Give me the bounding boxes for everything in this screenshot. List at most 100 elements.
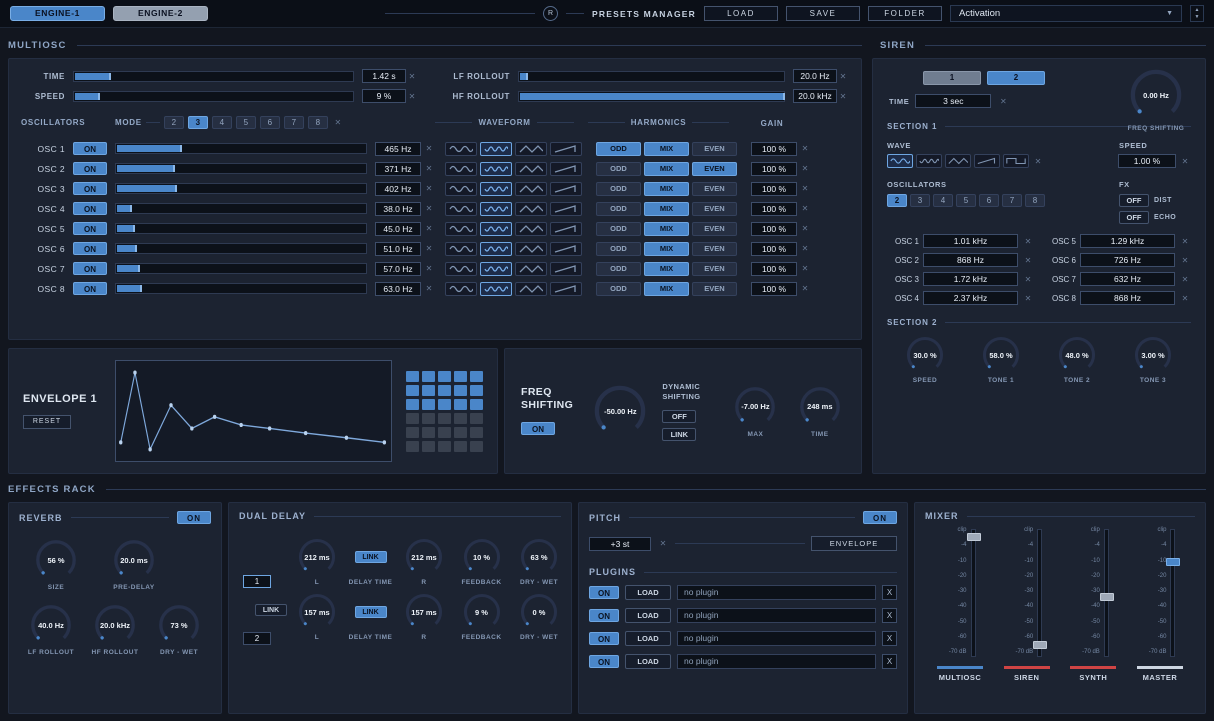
saw-wave-icon[interactable] — [550, 242, 582, 256]
triangle-wave-icon[interactable] — [515, 222, 547, 236]
envelope-graph[interactable] — [115, 360, 392, 462]
delay-dry-wet-knob[interactable]: 0 % — [519, 592, 559, 632]
close-icon[interactable]: ✕ — [1179, 157, 1191, 166]
saw-wave-icon[interactable] — [550, 282, 582, 296]
close-icon[interactable]: ✕ — [406, 72, 418, 81]
saw-wave-icon[interactable] — [550, 222, 582, 236]
harmonics-mix-button[interactable]: MIX — [644, 162, 689, 176]
env-grid-cell[interactable] — [438, 413, 451, 424]
reverb-knob[interactable]: 20.0 kHz — [93, 603, 137, 647]
close-icon[interactable]: ✕ — [1179, 237, 1191, 246]
saw-wave-icon[interactable] — [550, 262, 582, 276]
triangle-wave-icon[interactable] — [515, 202, 547, 216]
plugin-remove-button[interactable]: X — [882, 585, 897, 600]
close-icon[interactable]: ✕ — [799, 204, 811, 213]
osc-freq-value[interactable]: 51.0 Hz — [375, 242, 421, 256]
folder-button[interactable]: FOLDER — [868, 6, 942, 21]
sine-wave-icon[interactable] — [445, 282, 477, 296]
delay-time-left-knob[interactable]: 212 ms — [297, 537, 337, 577]
siren-osc-freq-value[interactable]: 726 Hz — [1080, 253, 1175, 267]
harmonics-even-button[interactable]: EVEN — [692, 182, 737, 196]
osc-on-button[interactable]: ON — [73, 162, 107, 175]
env-grid-cell[interactable] — [422, 441, 435, 452]
close-icon[interactable]: ✕ — [423, 164, 435, 173]
randomize-button[interactable]: R — [543, 6, 558, 21]
harmonics-mix-button[interactable]: MIX — [644, 262, 689, 276]
close-icon[interactable]: ✕ — [423, 284, 435, 293]
reverb-knob[interactable]: 40.0 Hz — [29, 603, 73, 647]
siren-osc-freq-value[interactable]: 868 Hz — [923, 253, 1018, 267]
close-icon[interactable]: ✕ — [1179, 294, 1191, 303]
delay-time-right-knob[interactable]: 212 ms — [404, 537, 444, 577]
reverb-knob[interactable]: 73 % — [157, 603, 201, 647]
harmonics-even-button[interactable]: EVEN — [692, 222, 737, 236]
plugin-name-field[interactable]: no plugin — [677, 631, 876, 646]
save-button[interactable]: SAVE — [786, 6, 860, 21]
triangle-wave-icon[interactable] — [515, 262, 547, 276]
siren-osc-count-button[interactable]: 2 — [887, 194, 907, 207]
close-icon[interactable]: ✕ — [997, 97, 1009, 106]
harmonics-mix-button[interactable]: MIX — [644, 182, 689, 196]
osc-freq-slider[interactable] — [115, 163, 367, 174]
lf-rollout-slider[interactable] — [518, 71, 785, 82]
sine-wave-icon[interactable] — [445, 262, 477, 276]
osc-gain-value[interactable]: 100 % — [751, 202, 797, 216]
siren-osc-freq-value[interactable]: 1.29 kHz — [1080, 234, 1175, 248]
plugin-remove-button[interactable]: X — [882, 631, 897, 646]
harmonics-odd-button[interactable]: ODD — [596, 222, 641, 236]
siren-osc-freq-value[interactable]: 868 Hz — [1080, 291, 1175, 305]
mixer-fader-handle[interactable] — [967, 533, 981, 541]
close-icon[interactable]: ✕ — [657, 539, 669, 548]
osc-freq-value[interactable]: 45.0 Hz — [375, 222, 421, 236]
time-value[interactable]: 1.42 s — [362, 69, 406, 83]
mode-count-button[interactable]: 5 — [236, 116, 256, 129]
engine-1-button[interactable]: ENGINE-1 — [10, 6, 105, 21]
saw-wave-icon[interactable] — [974, 154, 1000, 168]
mode-count-button[interactable]: 3 — [188, 116, 208, 129]
env-grid-cell[interactable] — [454, 413, 467, 424]
env-grid-cell[interactable] — [406, 441, 419, 452]
mixer-fader-handle[interactable] — [1033, 641, 1047, 649]
osc-gain-value[interactable]: 100 % — [751, 282, 797, 296]
env-grid-cell[interactable] — [406, 371, 419, 382]
siren-osc-freq-value[interactable]: 2.37 kHz — [923, 291, 1018, 305]
osc-freq-value[interactable]: 38.0 Hz — [375, 202, 421, 216]
sine2-wave-icon[interactable] — [480, 162, 512, 176]
dynamic-link-button[interactable]: LINK — [662, 428, 696, 441]
harmonics-mix-button[interactable]: MIX — [644, 142, 689, 156]
saw-wave-icon[interactable] — [550, 202, 582, 216]
plugin-name-field[interactable]: no plugin — [677, 654, 876, 669]
osc-gain-value[interactable]: 100 % — [751, 162, 797, 176]
saw-wave-icon[interactable] — [550, 182, 582, 196]
siren-section2-knob[interactable]: 3.00 % — [1133, 335, 1173, 375]
harmonics-odd-button[interactable]: ODD — [596, 162, 641, 176]
freq-shift-knob[interactable]: -50.00 Hz — [592, 383, 648, 439]
close-icon[interactable]: ✕ — [837, 92, 849, 101]
osc-freq-slider[interactable] — [115, 263, 367, 274]
osc-on-button[interactable]: ON — [73, 202, 107, 215]
siren-tab-1[interactable]: 1 — [923, 71, 981, 85]
siren-osc-freq-value[interactable]: 632 Hz — [1080, 272, 1175, 286]
osc-on-button[interactable]: ON — [73, 242, 107, 255]
mode-count-button[interactable]: 7 — [284, 116, 304, 129]
load-button[interactable]: LOAD — [704, 6, 778, 21]
delay-feedback-knob[interactable]: 9 % — [462, 592, 502, 632]
env-grid-cell[interactable] — [438, 385, 451, 396]
dist-off-button[interactable]: OFF — [1119, 194, 1149, 207]
close-icon[interactable]: ✕ — [423, 244, 435, 253]
osc-freq-slider[interactable] — [115, 243, 367, 254]
env-grid-cell[interactable] — [470, 399, 483, 410]
env-grid-cell[interactable] — [470, 413, 483, 424]
sine-wave-icon[interactable] — [445, 202, 477, 216]
plugin-on-button[interactable]: ON — [589, 586, 619, 599]
siren-osc-count-button[interactable]: 7 — [1002, 194, 1022, 207]
osc-gain-value[interactable]: 100 % — [751, 222, 797, 236]
close-icon[interactable]: ✕ — [799, 264, 811, 273]
sine-wave-icon[interactable] — [445, 142, 477, 156]
siren-osc-freq-value[interactable]: 1.72 kHz — [923, 272, 1018, 286]
harmonics-odd-button[interactable]: ODD — [596, 242, 641, 256]
harmonics-even-button[interactable]: EVEN — [692, 242, 737, 256]
sine2-wave-icon[interactable] — [480, 262, 512, 276]
env-grid-cell[interactable] — [454, 441, 467, 452]
siren-section2-knob[interactable]: 30.0 % — [905, 335, 945, 375]
